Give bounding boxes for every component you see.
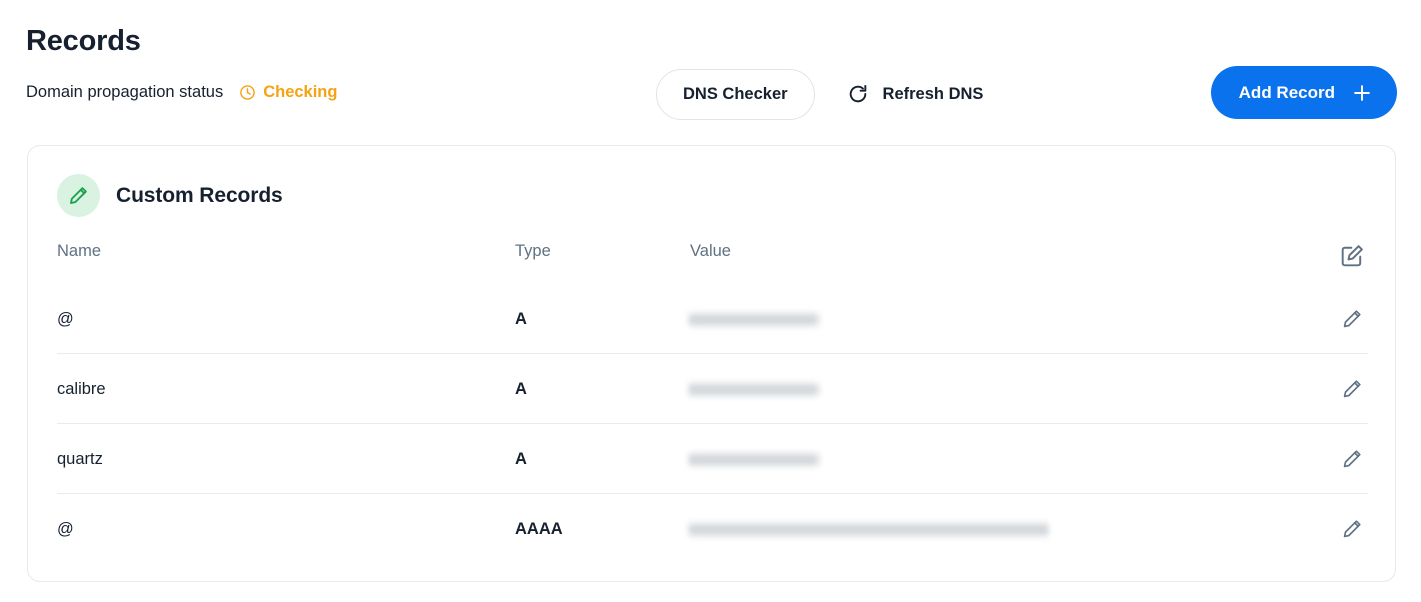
record-type-cell: AAAA bbox=[515, 517, 690, 541]
column-header-name: Name bbox=[57, 242, 102, 260]
edit-record-button[interactable] bbox=[1336, 443, 1368, 475]
record-name-cell: @ bbox=[57, 307, 515, 331]
pencil-icon bbox=[1343, 520, 1361, 538]
pencil-icon bbox=[70, 187, 87, 204]
record-name-cell: calibre bbox=[57, 377, 515, 401]
card-badge bbox=[57, 174, 100, 217]
column-header-type-cell: Type bbox=[515, 240, 690, 262]
record-actions-cell bbox=[1308, 373, 1368, 405]
record-name-cell: quartz bbox=[57, 447, 515, 471]
table-row: quartz A bbox=[57, 424, 1368, 494]
table-body: @ Acalibre Aquartz A @ AAAA bbox=[57, 284, 1368, 564]
pencil-icon bbox=[1343, 310, 1361, 328]
page-title: Records bbox=[26, 25, 141, 57]
records-table: Name Type Value @ A calibre A quartz A @… bbox=[57, 240, 1368, 564]
status-badge-text: Checking bbox=[263, 83, 338, 101]
column-header-value-cell: Value bbox=[690, 240, 1308, 262]
record-type-cell: A bbox=[515, 377, 690, 401]
record-name: @ bbox=[57, 520, 74, 538]
edit-record-button[interactable] bbox=[1336, 373, 1368, 405]
record-value-cell bbox=[690, 311, 1308, 327]
record-type-cell: A bbox=[515, 447, 690, 471]
card-header: Custom Records bbox=[57, 174, 283, 217]
record-name: quartz bbox=[57, 450, 103, 468]
record-name: @ bbox=[57, 310, 74, 328]
record-name: calibre bbox=[57, 380, 106, 398]
table-row: @ AAAA bbox=[57, 494, 1368, 564]
record-type: A bbox=[515, 380, 527, 398]
column-header-value: Value bbox=[690, 242, 731, 260]
refresh-icon bbox=[849, 84, 866, 103]
record-value-cell bbox=[690, 381, 1308, 397]
record-type: A bbox=[515, 310, 527, 328]
propagation-status-row: Domain propagation status Checking bbox=[26, 78, 337, 106]
refresh-dns-label: Refresh DNS bbox=[882, 84, 984, 103]
status-badge: Checking bbox=[239, 78, 337, 106]
edit-record-button[interactable] bbox=[1336, 303, 1368, 335]
edit-record-button[interactable] bbox=[1336, 513, 1368, 545]
edit-columns-button[interactable] bbox=[1336, 240, 1368, 272]
record-value-cell bbox=[690, 521, 1308, 537]
pencil-icon bbox=[1343, 380, 1361, 398]
record-actions-cell bbox=[1308, 443, 1368, 475]
record-value-redacted bbox=[690, 311, 818, 327]
record-type-cell: A bbox=[515, 307, 690, 331]
column-header-name-cell: Name bbox=[57, 240, 515, 262]
pencil-icon bbox=[1343, 450, 1361, 468]
page-header: Records Domain propagation status Checki… bbox=[26, 22, 1397, 122]
dns-checker-button[interactable]: DNS Checker bbox=[656, 68, 815, 120]
record-type: A bbox=[515, 450, 527, 468]
plus-icon bbox=[1354, 84, 1370, 101]
column-header-actions-cell bbox=[1308, 240, 1368, 272]
clock-icon bbox=[240, 84, 255, 100]
propagation-status-label: Domain propagation status bbox=[26, 83, 224, 101]
table-row: @ A bbox=[57, 284, 1368, 354]
record-value-redacted bbox=[690, 451, 818, 467]
column-header-type: Type bbox=[515, 242, 551, 260]
card-title: Custom Records bbox=[116, 183, 283, 207]
add-record-button[interactable]: Add Record bbox=[1210, 66, 1397, 119]
record-value-redacted bbox=[690, 381, 818, 397]
record-name-cell: @ bbox=[57, 517, 515, 541]
table-row: calibre A bbox=[57, 354, 1368, 424]
custom-records-card: Custom Records Name Type Value @ A calib… bbox=[27, 145, 1396, 582]
record-actions-cell bbox=[1308, 303, 1368, 335]
record-type: AAAA bbox=[515, 520, 563, 538]
edit-square-icon bbox=[1341, 245, 1363, 267]
refresh-dns-button[interactable]: Refresh DNS bbox=[847, 69, 984, 120]
record-value-redacted bbox=[690, 521, 1050, 537]
records-page: Records Domain propagation status Checki… bbox=[0, 0, 1421, 602]
record-actions-cell bbox=[1308, 513, 1368, 545]
header-actions: DNS Checker Refresh DNS bbox=[656, 66, 983, 122]
add-record-label: Add Record bbox=[1238, 82, 1335, 102]
record-value-cell bbox=[690, 451, 1308, 467]
table-header-row: Name Type Value bbox=[57, 240, 1368, 284]
